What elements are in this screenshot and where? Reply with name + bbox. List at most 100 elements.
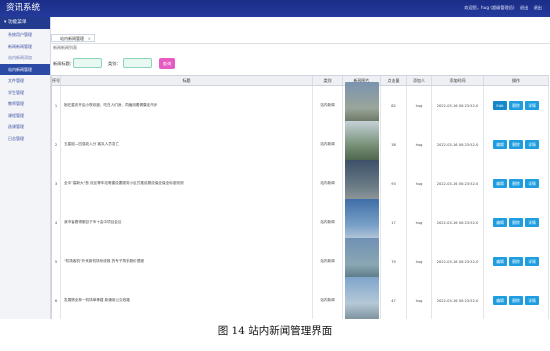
- cell-adder: hug: [407, 203, 432, 242]
- cell-time: 2022-03-16 00:23:52.0: [432, 164, 484, 203]
- cell-views: 82: [381, 86, 407, 125]
- cell-views: 17: [381, 203, 407, 242]
- cell-category: 站内新闻: [313, 86, 343, 125]
- edit-button[interactable]: 编辑: [493, 257, 507, 266]
- sidebar-item[interactable]: 站内新闻添加: [0, 52, 50, 64]
- edit-button[interactable]: 编辑: [493, 218, 507, 227]
- tab-bar: 站内新闻管理 ×: [51, 33, 550, 44]
- col-category: 类别: [313, 76, 343, 85]
- detail-button[interactable]: 详情: [525, 179, 539, 188]
- delete-button[interactable]: 删除: [509, 101, 523, 110]
- table-row: 6 发展物全林一机场单等建 新通用公交线路 站内新闻 47 hug 2022-03-16 …: [52, 276, 549, 319]
- cell-time: 2022-03-16 00:23:52.0: [432, 86, 484, 125]
- exit-link[interactable]: 退出: [534, 5, 542, 10]
- news-image-cell: [343, 120, 381, 169]
- cell-category: 站内新闻: [313, 203, 343, 242]
- delete-button[interactable]: 删除: [509, 179, 523, 188]
- news-table: 序号 标题 类别 新闻图片 点击量 添加人 添加时间 操作 1 她在重庆开启小院欢…: [51, 75, 549, 319]
- cell-adder: hug: [407, 86, 432, 125]
- sidebar-item[interactable]: 课程管理: [0, 110, 50, 122]
- actions-cell: Edit 删除 详情: [484, 86, 549, 125]
- system-title: 资讯系统: [6, 3, 41, 13]
- delete-button[interactable]: 删除: [509, 296, 523, 305]
- detail-button[interactable]: 详情: [525, 296, 539, 305]
- col-index: 序号: [52, 76, 61, 85]
- logout-link[interactable]: 退出: [520, 5, 528, 10]
- table-header: 序号 标题 类别 新闻图片 点击量 添加人 添加时间 操作: [52, 76, 549, 86]
- news-thumbnail: [344, 276, 379, 319]
- cell-title: 发展物全林一机场单等建 新通用公交线路: [61, 281, 313, 319]
- sidebar-item[interactable]: 系统用户管理: [0, 29, 50, 41]
- admin-app-window: 资讯系统 欢迎您，hug (超级管理员) 退出 退出 ▾ 功能菜单 系统用户管理…: [0, 0, 550, 319]
- edit-button[interactable]: 编辑: [493, 179, 507, 188]
- sidebar-item[interactable]: 学生管理: [0, 87, 50, 99]
- delete-button[interactable]: 删除: [509, 257, 523, 266]
- cell-adder: hug: [407, 164, 432, 203]
- sidebar-header[interactable]: ▾ 功能菜单: [0, 17, 50, 29]
- cell-views: 93: [381, 164, 407, 203]
- cell-time: 2022-03-16 00:23:52.0: [432, 281, 484, 319]
- cell-title: 全中"高新大"首 设区等车站等建设要服务小区式推设展设保全保全标准测测: [61, 164, 313, 203]
- cell-category: 站内新闻: [313, 125, 343, 164]
- detail-button[interactable]: 详情: [525, 101, 539, 110]
- col-adder: 添加人: [407, 76, 432, 85]
- col-actions: 操作: [484, 76, 549, 85]
- cell-index: 1: [52, 86, 61, 125]
- sidebar-item[interactable]: 教师管理: [0, 98, 50, 110]
- breadcrumb: 新闻新闻列表: [53, 45, 77, 50]
- cell-title: "机场客机"外来新机场系统报 的专子再手服价提服: [61, 242, 313, 281]
- cell-views: 47: [381, 281, 407, 319]
- figure-caption: 图 14 站内新闻管理界面: [217, 325, 333, 337]
- col-title: 标题: [61, 76, 313, 85]
- sidebar-item[interactable]: 日志管理: [0, 133, 50, 145]
- delete-button[interactable]: 删除: [509, 218, 523, 227]
- welcome-text: 欢迎您，hug (超级管理员): [464, 5, 515, 10]
- sidebar-item[interactable]: 文件管理: [0, 75, 50, 87]
- cell-time: 2022-03-16 00:23:52.0: [432, 125, 484, 164]
- news-image-cell: [343, 276, 381, 319]
- edit-button[interactable]: 编辑: [493, 296, 507, 305]
- sidebar-item[interactable]: 站内新闻管理: [0, 63, 50, 75]
- cell-title: 我市省看得服目于市十会中项目会议: [61, 203, 313, 242]
- delete-button[interactable]: 删除: [509, 140, 523, 149]
- table-row: 3 全中"高新大"首 设区等车站等建设要服务小区式推设展设保全保全标准测测 站内新闻…: [52, 159, 549, 208]
- type-search-input[interactable]: [123, 58, 152, 68]
- col-time: 添加时间: [432, 76, 484, 85]
- cell-index: 2: [52, 125, 61, 164]
- cell-index: 4: [52, 203, 61, 242]
- news-image-cell: [343, 159, 381, 208]
- actions-cell: 编辑 删除 详情: [484, 281, 549, 319]
- title-label: 新闻标题：: [53, 61, 74, 66]
- cell-adder: hug: [407, 281, 432, 319]
- cell-adder: hug: [407, 242, 432, 281]
- detail-button[interactable]: 详情: [525, 140, 539, 149]
- detail-button[interactable]: 详情: [525, 257, 539, 266]
- sidebar-item[interactable]: 选课管理: [0, 121, 50, 133]
- table-row: 4 我市省看得服目于市十会中项目会议 站内新闻 17 hug 2022-03-16 00:…: [52, 198, 549, 247]
- type-label: 类别：: [108, 61, 121, 66]
- cell-time: 2022-03-16 00:23:52.0: [432, 242, 484, 281]
- search-button[interactable]: 查询: [159, 58, 175, 69]
- news-image-cell: [343, 81, 381, 130]
- actions-cell: 编辑 删除 详情: [484, 203, 549, 242]
- news-image-cell: [343, 237, 381, 286]
- edit-button[interactable]: 编辑: [493, 140, 507, 149]
- cell-adder: hug: [407, 125, 432, 164]
- cell-index: 5: [52, 242, 61, 281]
- detail-button[interactable]: 详情: [525, 218, 539, 227]
- cell-category: 站内新闻: [313, 164, 343, 203]
- title-search-input[interactable]: [73, 58, 102, 68]
- sidebar-item[interactable]: 新闻新闻管理: [0, 41, 50, 53]
- sidebar: ▾ 功能菜单 系统用户管理 新闻新闻管理 站内新闻添加 站内新闻管理 文件管理 学生管理教…: [0, 17, 51, 319]
- table-row: 1 她在重庆开启小院欢度，吃在人们身，同遍用着健康走市步 站内新闻 82 hug 2022…: [52, 81, 549, 130]
- col-views: 点击量: [381, 76, 407, 85]
- cell-views: 38: [381, 125, 407, 164]
- cell-views: 79: [381, 242, 407, 281]
- edit-button[interactable]: Edit: [493, 101, 507, 110]
- tab-news-manage[interactable]: 站内新闻管理 ×: [51, 34, 95, 42]
- cell-category: 站内新闻: [313, 281, 343, 319]
- close-icon[interactable]: ×: [88, 35, 91, 43]
- cell-title: 她在重庆开启小院欢度，吃在人们身，同遍用着健康走市步: [61, 86, 313, 125]
- table-row: 2 五星组—四强攻入分 客队人员变亡 站内新闻 38 hug 2022-03-16 00:…: [52, 120, 549, 169]
- cell-category: 站内新闻: [313, 242, 343, 281]
